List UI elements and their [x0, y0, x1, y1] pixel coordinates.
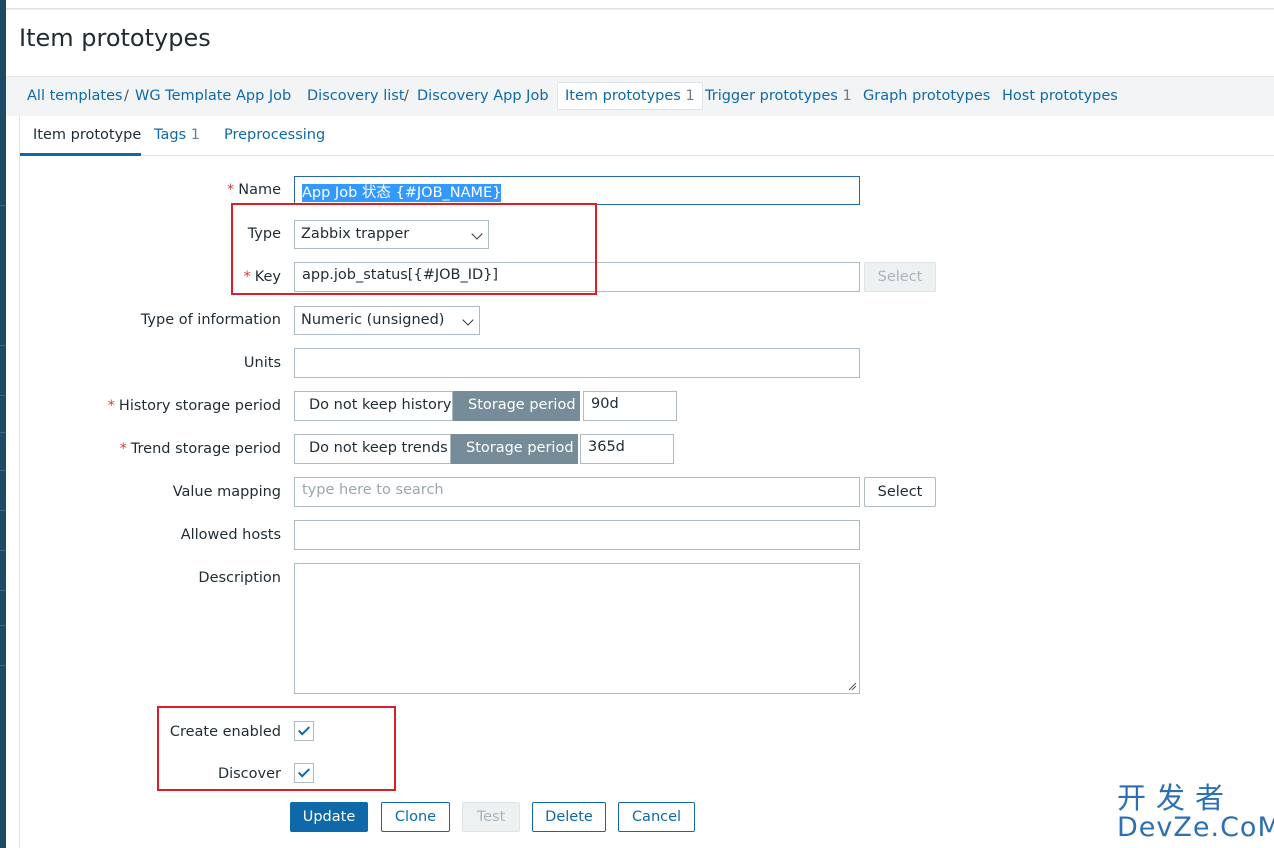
trends-storage-period-option[interactable]: Storage period: [451, 434, 578, 464]
tab-tags-count: 1: [190, 127, 200, 143]
history-do-not-keep-option[interactable]: Do not keep history: [294, 391, 453, 421]
breadcrumb-separator: /: [404, 88, 409, 104]
clone-button[interactable]: Clone: [381, 802, 450, 832]
required-mark: *: [226, 182, 235, 198]
value-mapping-placeholder: type here to search: [302, 482, 444, 498]
description-textarea[interactable]: [294, 563, 860, 694]
nav-trigger-prototypes[interactable]: Trigger prototypes 1: [705, 86, 852, 106]
units-input[interactable]: [294, 348, 860, 378]
breadcrumb: All templates / WG Template App Job Disc…: [6, 76, 1274, 116]
allowed-hosts-label: Allowed hosts: [180, 527, 281, 543]
breadcrumb-separator: /: [124, 88, 129, 104]
nav-item-prototypes[interactable]: Item prototypes 1: [557, 82, 703, 110]
page-title: Item prototypes: [19, 24, 211, 52]
name-input[interactable]: App Job 状态 {#JOB_NAME}: [294, 176, 860, 205]
value-mapping-input[interactable]: type here to search: [294, 477, 860, 507]
breadcrumb-all-templates[interactable]: All templates: [27, 86, 123, 106]
value-mapping-select-button[interactable]: Select: [864, 477, 936, 507]
nav-trigger-prototypes-label: Trigger prototypes: [705, 88, 838, 104]
annotation-highlight-checkboxes: [157, 706, 396, 791]
tab-item-prototype[interactable]: Item prototype: [33, 127, 141, 143]
description-label: Description: [198, 570, 281, 586]
breadcrumb-template[interactable]: WG Template App Job: [135, 86, 291, 106]
chevron-down-icon: [462, 314, 474, 326]
name-label: * Name: [227, 182, 281, 198]
breadcrumb-discovery-rule[interactable]: Discovery App Job: [417, 86, 549, 106]
nav-item-prototypes-label: Item prototypes: [565, 88, 681, 104]
trends-do-not-keep-option[interactable]: Do not keep trends: [294, 434, 451, 464]
trends-label-text: Trend storage period: [130, 441, 281, 457]
history-storage-period-option[interactable]: Storage period: [453, 391, 580, 421]
update-button[interactable]: Update: [290, 802, 368, 832]
active-tab-indicator: [20, 153, 141, 156]
resize-grip-icon[interactable]: [847, 681, 857, 691]
tab-tags[interactable]: Tags 1: [154, 127, 200, 143]
required-mark: *: [107, 398, 115, 414]
history-label-text: History storage period: [118, 398, 281, 414]
nav-host-prototypes[interactable]: Host prototypes: [1002, 86, 1118, 106]
name-label-text: Name: [238, 182, 281, 198]
watermark-top: 开发者: [1117, 781, 1235, 815]
annotation-highlight-type-key: [231, 203, 597, 295]
key-select-button[interactable]: Select: [864, 262, 936, 292]
trends-period-input[interactable]: 365d: [580, 434, 674, 464]
history-period-input[interactable]: 90d: [583, 391, 677, 421]
history-label: * History storage period: [108, 398, 281, 414]
breadcrumb-discovery-list[interactable]: Discovery list: [307, 86, 405, 106]
cancel-button[interactable]: Cancel: [618, 802, 695, 832]
top-header-strip: [6, 0, 1274, 9]
nav-item-prototypes-count: 1: [685, 88, 695, 104]
type-of-information-select[interactable]: Numeric (unsigned): [294, 306, 480, 335]
allowed-hosts-input[interactable]: [294, 520, 860, 550]
value-mapping-label: Value mapping: [172, 484, 281, 500]
form-tabs: Item prototype Tags 1 Preprocessing: [20, 116, 1274, 156]
delete-button[interactable]: Delete: [532, 802, 606, 832]
watermark-logo: 开发者 DevZe.CoM: [1117, 782, 1274, 842]
type-of-information-value: Numeric (unsigned): [301, 312, 445, 328]
nav-graph-prototypes[interactable]: Graph prototypes: [863, 86, 990, 106]
required-mark: *: [119, 441, 127, 457]
tab-tags-label: Tags: [154, 127, 187, 143]
test-button[interactable]: Test: [462, 802, 520, 832]
trends-label: * Trend storage period: [120, 441, 281, 457]
tab-preprocessing[interactable]: Preprocessing: [224, 127, 325, 143]
type-of-information-label: Type of information: [140, 312, 281, 328]
name-input-value: App Job 状态 {#JOB_NAME}: [302, 184, 502, 202]
watermark-bottom: DevZe.CoM: [1117, 812, 1274, 843]
nav-trigger-prototypes-count: 1: [842, 88, 852, 104]
units-label: Units: [243, 355, 281, 371]
